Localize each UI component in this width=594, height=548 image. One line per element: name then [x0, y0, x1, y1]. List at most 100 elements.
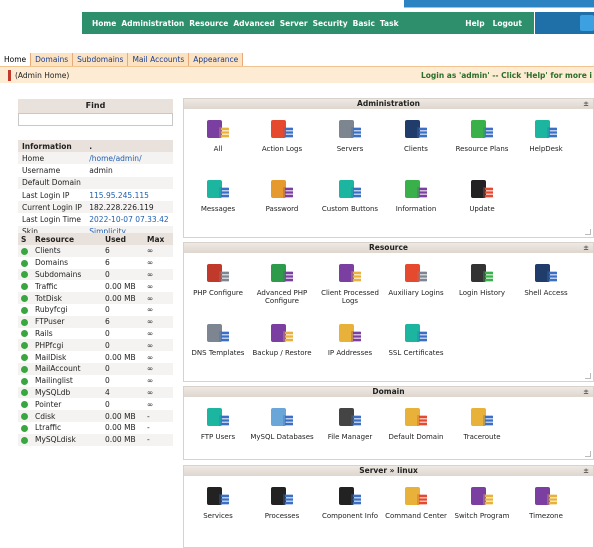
- resource-used: 6: [102, 245, 144, 257]
- shortcut-processed-logs[interactable]: Client Processed Logs: [318, 263, 382, 305]
- resource-used: 0.00 MB: [105, 281, 136, 291]
- shortcut-label: IP Addresses: [327, 349, 373, 357]
- status-ok-icon: [18, 280, 32, 292]
- nav-resource[interactable]: Resource: [189, 19, 228, 28]
- shortcut-dns-templates[interactable]: DNS Templates: [186, 323, 250, 357]
- resource-name: Rubyfcgi: [35, 305, 68, 315]
- resource-name: Traffic: [35, 281, 58, 291]
- resource-name: MailDisk: [35, 352, 67, 362]
- breadcrumb: (Admin Home): [15, 70, 70, 80]
- info-value: [85, 176, 173, 189]
- nav-security[interactable]: Security: [313, 19, 348, 28]
- nav-advanced[interactable]: Advanced: [233, 19, 274, 28]
- help-link[interactable]: Help: [465, 19, 484, 28]
- resource-row: Rubyfcgi 0 ∞: [18, 304, 173, 316]
- tab-appearance[interactable]: Appearance: [189, 53, 244, 66]
- shortcut-login-history[interactable]: Login History: [450, 263, 514, 297]
- info-label: Last Login IP: [22, 190, 70, 200]
- resource-used: 6: [102, 315, 144, 328]
- advanced-php-icon: [267, 263, 297, 285]
- nav-basic[interactable]: Basic: [353, 19, 375, 28]
- shortcut-timezone[interactable]: Timezone: [514, 486, 578, 520]
- resource-row: PHPfcgi 0 ∞: [18, 339, 173, 352]
- resource-max: ∞: [147, 376, 154, 386]
- processes-icon: [267, 486, 297, 508]
- tab-domains[interactable]: Domains: [31, 53, 74, 66]
- tab-mail-accounts[interactable]: Mail Accounts: [128, 53, 190, 66]
- traceroute-icon: [467, 407, 497, 429]
- shortcut-component-info[interactable]: Component Info: [318, 486, 382, 520]
- shortcut-default-domain[interactable]: Default Domain: [384, 407, 448, 441]
- resource-row: MailDisk 0.00 MB ∞: [18, 351, 173, 363]
- resource-panel: Resource ± PHP Configure Advanced PHP Conf…: [183, 242, 594, 382]
- shortcut-label: File Manager: [327, 433, 373, 441]
- shortcut-file-manager[interactable]: File Manager: [318, 407, 382, 441]
- shortcut-label: Advanced PHP Configure: [256, 289, 308, 305]
- tab-subdomains[interactable]: Subdomains: [73, 53, 129, 66]
- collapse-toggle[interactable]: ±: [583, 466, 589, 476]
- shortcut-servers[interactable]: Servers: [318, 119, 382, 153]
- shortcut-label: All: [213, 145, 223, 153]
- res-header-status: S: [18, 233, 32, 245]
- shortcut-helpdesk[interactable]: HelpDesk: [514, 119, 578, 153]
- nav-server[interactable]: Server: [280, 19, 308, 28]
- shortcut-logs[interactable]: Action Logs: [250, 119, 314, 153]
- resource-max: ∞: [147, 399, 154, 409]
- resource-used: 0: [102, 268, 144, 281]
- shortcut-ftp-users[interactable]: FTP Users: [186, 407, 250, 441]
- shortcut-php[interactable]: PHP Configure: [186, 263, 250, 297]
- info-value[interactable]: /home/admin/: [85, 152, 173, 165]
- panel-title: Resource: [368, 243, 409, 252]
- shortcut-clients[interactable]: Clients: [384, 119, 448, 153]
- shortcut-label: PHP Configure: [193, 289, 243, 297]
- administration-panel: Administration ± All Action Logs Servers Cli…: [183, 98, 594, 238]
- shortcut-backup-restore[interactable]: Backup / Restore: [250, 323, 314, 357]
- resize-handle[interactable]: [585, 451, 591, 457]
- ip-addresses-icon: [335, 323, 365, 345]
- shortcut-update[interactable]: Update: [450, 179, 514, 213]
- login-history-icon: [467, 263, 497, 285]
- shortcut-label: Resource Plans: [455, 145, 509, 153]
- shortcut-password[interactable]: Password: [250, 179, 314, 213]
- shortcut-mysql[interactable]: MySQL Databases: [250, 407, 314, 441]
- collapse-toggle[interactable]: ±: [583, 243, 589, 253]
- resize-handle[interactable]: [585, 229, 591, 235]
- status-ok-icon: [18, 362, 32, 375]
- panel-header: Administration ±: [184, 99, 593, 109]
- shortcut-traceroute[interactable]: Traceroute: [450, 407, 514, 441]
- shortcut-services[interactable]: Services: [186, 486, 250, 520]
- find-input[interactable]: [18, 113, 173, 126]
- resource-max: -: [144, 410, 173, 422]
- backup-restore-icon: [267, 323, 297, 345]
- shortcut-messages[interactable]: Messages: [186, 179, 250, 213]
- shortcut-switch-program[interactable]: Switch Program: [450, 486, 514, 520]
- shortcut-custom-buttons[interactable]: Custom Buttons: [318, 179, 382, 213]
- shortcut-command-center[interactable]: Command Center: [384, 486, 448, 520]
- shortcut-shell-access[interactable]: Shell Access: [514, 263, 578, 297]
- shortcut-advanced-php[interactable]: Advanced PHP Configure: [250, 263, 314, 305]
- collapse-toggle[interactable]: ±: [583, 387, 589, 397]
- shortcut-ssl-certificates[interactable]: SSL Certificates: [384, 323, 448, 357]
- shortcut-information[interactable]: Information: [384, 179, 448, 213]
- status-ok-icon: [18, 304, 32, 316]
- nav-home[interactable]: Home: [92, 19, 116, 28]
- shortcut-label: Switch Program: [454, 512, 510, 520]
- shortcut-auxiliary-logins[interactable]: Auxiliary Logins: [384, 263, 448, 297]
- tab-home[interactable]: Home: [0, 53, 32, 66]
- shortcut-resource-plans[interactable]: Resource Plans: [450, 119, 514, 153]
- shortcut-processes[interactable]: Processes: [250, 486, 314, 520]
- status-ok-icon: [18, 433, 32, 446]
- nav-task[interactable]: Task: [380, 19, 399, 28]
- shortcut-label: MySQL Databases: [250, 433, 314, 441]
- resource-name: Clients: [32, 245, 102, 257]
- logout-link[interactable]: Logout: [493, 19, 522, 28]
- resource-used: 0: [102, 362, 144, 375]
- collapse-toggle[interactable]: ±: [583, 99, 589, 109]
- resize-handle[interactable]: [585, 373, 591, 379]
- nav-administration[interactable]: Administration: [121, 19, 184, 28]
- custom-buttons-icon: [335, 179, 365, 201]
- shortcut-users[interactable]: All: [186, 119, 250, 153]
- shortcut-ip-addresses[interactable]: IP Addresses: [318, 323, 382, 357]
- shortcut-label: Processes: [264, 512, 300, 520]
- top-right-button[interactable]: [580, 15, 594, 31]
